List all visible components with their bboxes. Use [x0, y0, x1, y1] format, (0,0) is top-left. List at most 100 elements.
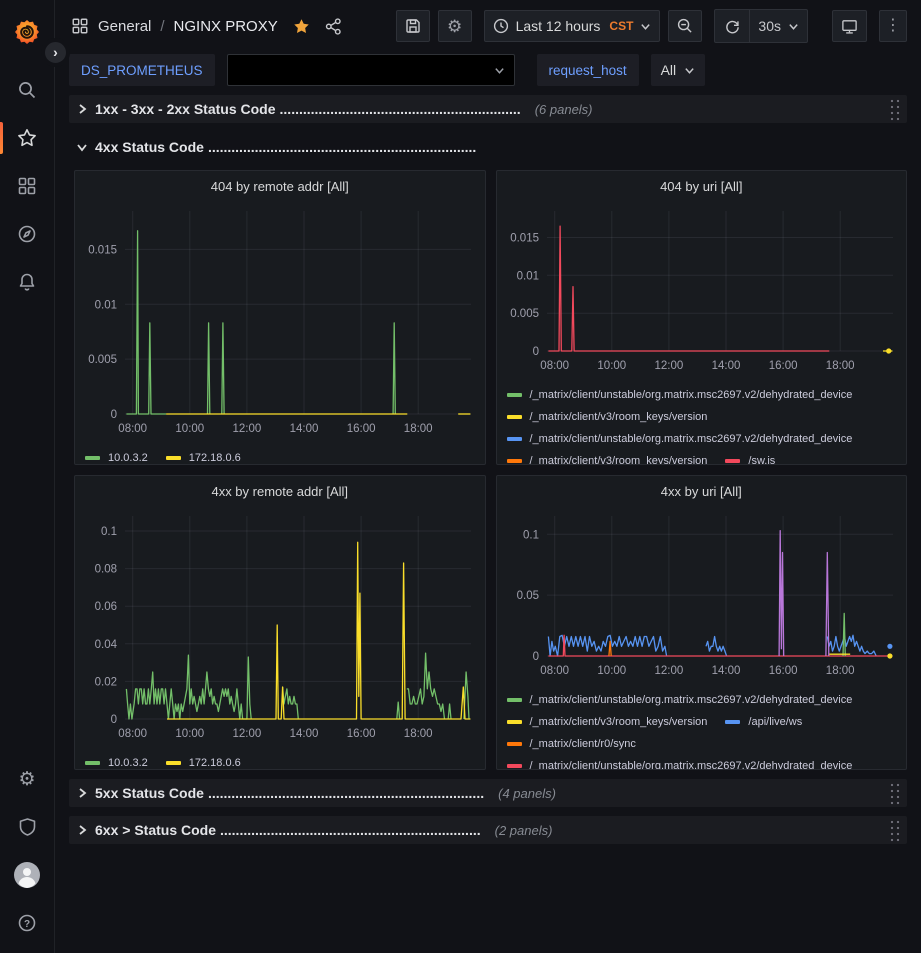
legend-item[interactable]: /_matrix/client/unstable/org.matrix.msc2… [507, 428, 853, 450]
chevron-down-icon [684, 65, 695, 76]
legend-item[interactable]: /sw.js [725, 450, 775, 464]
legend-label: 10.0.3.2 [108, 757, 148, 769]
sidebar-item-search[interactable] [0, 66, 55, 114]
legend-swatch [507, 415, 522, 419]
sidebar-item-configuration[interactable]: ⚙ [0, 755, 55, 803]
panel-4xx-by-uri: 4xx by uri [All] 00.050.108:0010:0012:00… [496, 475, 908, 770]
legend-swatch [725, 720, 740, 724]
timeseries-chart[interactable]: 00.050.108:0010:0012:0014:0016:0018:00 [497, 502, 907, 687]
legend-item[interactable]: /_matrix/client/v3/room_keys/version [507, 711, 708, 733]
dashboard-toolbar: ⚙ Last 12 hours CST [396, 9, 907, 43]
timeseries-chart[interactable]: 00.020.040.060.080.108:0010:0012:0014:00… [75, 502, 485, 750]
panel-title[interactable]: 4xx by uri [All] [497, 476, 907, 502]
panel-title[interactable]: 404 by uri [All] [497, 171, 907, 197]
chevron-right-icon: › [53, 44, 58, 60]
row-drag-handle[interactable] [889, 782, 900, 805]
share-icon[interactable] [325, 18, 342, 35]
legend-label: 172.18.0.6 [189, 757, 241, 769]
panel-legend: /_matrix/client/unstable/org.matrix.msc2… [497, 687, 907, 769]
chevron-down-icon [788, 21, 799, 32]
legend-label: 172.18.0.6 [189, 452, 241, 464]
chart-plot-area[interactable]: 00.0050.010.01508:0010:0012:0014:0016:00… [497, 197, 907, 377]
panel-title[interactable]: 4xx by remote addr [All] [75, 476, 485, 502]
svg-text:0: 0 [532, 651, 538, 663]
shield-icon [18, 817, 37, 837]
legend-item[interactable]: 10.0.3.2 [85, 752, 148, 769]
svg-text:0.08: 0.08 [95, 564, 117, 576]
timeseries-chart[interactable]: 00.0050.010.01508:0010:0012:0014:0016:00… [497, 197, 907, 382]
sidebar-item-help[interactable]: ? [0, 899, 55, 947]
row-chevron-icon [75, 786, 89, 800]
gear-icon: ⚙ [447, 18, 462, 35]
zoom-out-time-button[interactable] [668, 10, 702, 42]
tv-mode-button[interactable] [832, 10, 867, 42]
row-title: 4xx Status Code [95, 139, 204, 155]
svg-text:16:00: 16:00 [768, 665, 797, 677]
row-header-1xx-3xx-2xx[interactable]: 1xx - 3xx - 2xx Status Code ............… [69, 95, 907, 123]
svg-text:16:00: 16:00 [768, 360, 797, 372]
monitor-icon [841, 18, 858, 35]
svg-text:?: ? [24, 919, 30, 930]
legend-swatch [725, 459, 740, 463]
legend-item[interactable]: /_matrix/client/v3/room_keys/version [507, 450, 708, 464]
dashboard-settings-button[interactable]: ⚙ [438, 10, 472, 42]
svg-text:16:00: 16:00 [347, 423, 376, 435]
breadcrumb-dashboard-title[interactable]: NGINX PROXY [174, 18, 278, 35]
sidebar-item-server-admin[interactable] [0, 803, 55, 851]
panel-title[interactable]: 404 by remote addr [All] [75, 171, 485, 197]
row-header-5xx[interactable]: 5xx Status Code ........................… [69, 779, 907, 807]
variable-label-ds-prometheus: DS_PROMETHEUS [69, 54, 215, 86]
breadcrumb-separator: / [160, 18, 164, 35]
sidebar-item-explore[interactable] [0, 210, 55, 258]
time-range-picker[interactable]: Last 12 hours CST [484, 10, 661, 42]
legend-swatch [507, 698, 522, 702]
variable-value-label: All [661, 62, 677, 78]
legend-item[interactable]: /api/live/ws [725, 711, 802, 733]
more-options-button[interactable]: ⋮ [879, 10, 907, 42]
row-header-4xx[interactable]: 4xx Status Code ........................… [69, 133, 907, 161]
legend-swatch [85, 456, 100, 460]
compass-icon [17, 224, 37, 244]
legend-item[interactable]: 172.18.0.6 [166, 447, 241, 464]
save-dashboard-button[interactable] [396, 10, 430, 42]
variable-value-request-host[interactable]: All [651, 54, 706, 86]
row-drag-handle[interactable] [889, 98, 900, 121]
chevron-down-icon [640, 21, 651, 32]
chart-plot-area[interactable]: 00.050.108:0010:0012:0014:0016:0018:00 [497, 502, 907, 682]
chart-plot-area[interactable]: 00.0050.010.01508:0010:0012:0014:0016:00… [75, 197, 485, 440]
svg-text:0.06: 0.06 [95, 601, 117, 613]
svg-text:0.04: 0.04 [95, 639, 118, 651]
legend-item[interactable]: 10.0.3.2 [85, 447, 148, 464]
dashboard-navbar: General / NGINX PROXY [55, 0, 921, 52]
timeseries-chart[interactable]: 00.0050.010.01508:0010:0012:0014:0016:00… [75, 197, 485, 445]
legend-item[interactable]: /_matrix/client/unstable/org.matrix.msc2… [507, 384, 853, 406]
sidebar-item-alerting[interactable] [0, 258, 55, 306]
favorite-star-icon[interactable] [293, 18, 310, 35]
legend-item[interactable]: /_matrix/client/unstable/org.matrix.msc2… [507, 689, 853, 711]
breadcrumb-folder[interactable]: General [98, 18, 151, 35]
legend-label: /_matrix/client/unstable/org.matrix.msc2… [530, 760, 853, 769]
row-title-dots: ........................................… [280, 101, 521, 117]
svg-text:18:00: 18:00 [825, 360, 854, 372]
sidebar-item-dashboards[interactable] [0, 162, 55, 210]
row-header-6xx[interactable]: 6xx > Status Code ......................… [69, 816, 907, 844]
legend-swatch [507, 742, 522, 746]
row-drag-handle[interactable] [889, 819, 900, 842]
refresh-button[interactable] [715, 10, 749, 42]
time-range-label: Last 12 hours [516, 18, 601, 34]
svg-text:10:00: 10:00 [175, 728, 204, 740]
sidebar-item-profile[interactable] [0, 851, 55, 899]
refresh-interval-picker[interactable]: 30s [750, 10, 807, 42]
legend-item[interactable]: /_matrix/client/unstable/org.matrix.msc2… [507, 755, 853, 769]
row-chevron-icon [75, 823, 89, 837]
legend-swatch [507, 764, 522, 768]
legend-item[interactable]: /_matrix/client/r0/sync [507, 733, 636, 755]
svg-text:08:00: 08:00 [118, 728, 147, 740]
sidebar-item-starred[interactable] [0, 114, 55, 162]
variable-value-ds-prometheus[interactable] [227, 54, 515, 86]
chart-plot-area[interactable]: 00.020.040.060.080.108:0010:0012:0014:00… [75, 502, 485, 745]
legend-item[interactable]: /_matrix/client/v3/room_keys/version [507, 406, 708, 428]
svg-text:18:00: 18:00 [404, 423, 433, 435]
sidebar-expand-button[interactable]: › [41, 38, 70, 67]
legend-item[interactable]: 172.18.0.6 [166, 752, 241, 769]
